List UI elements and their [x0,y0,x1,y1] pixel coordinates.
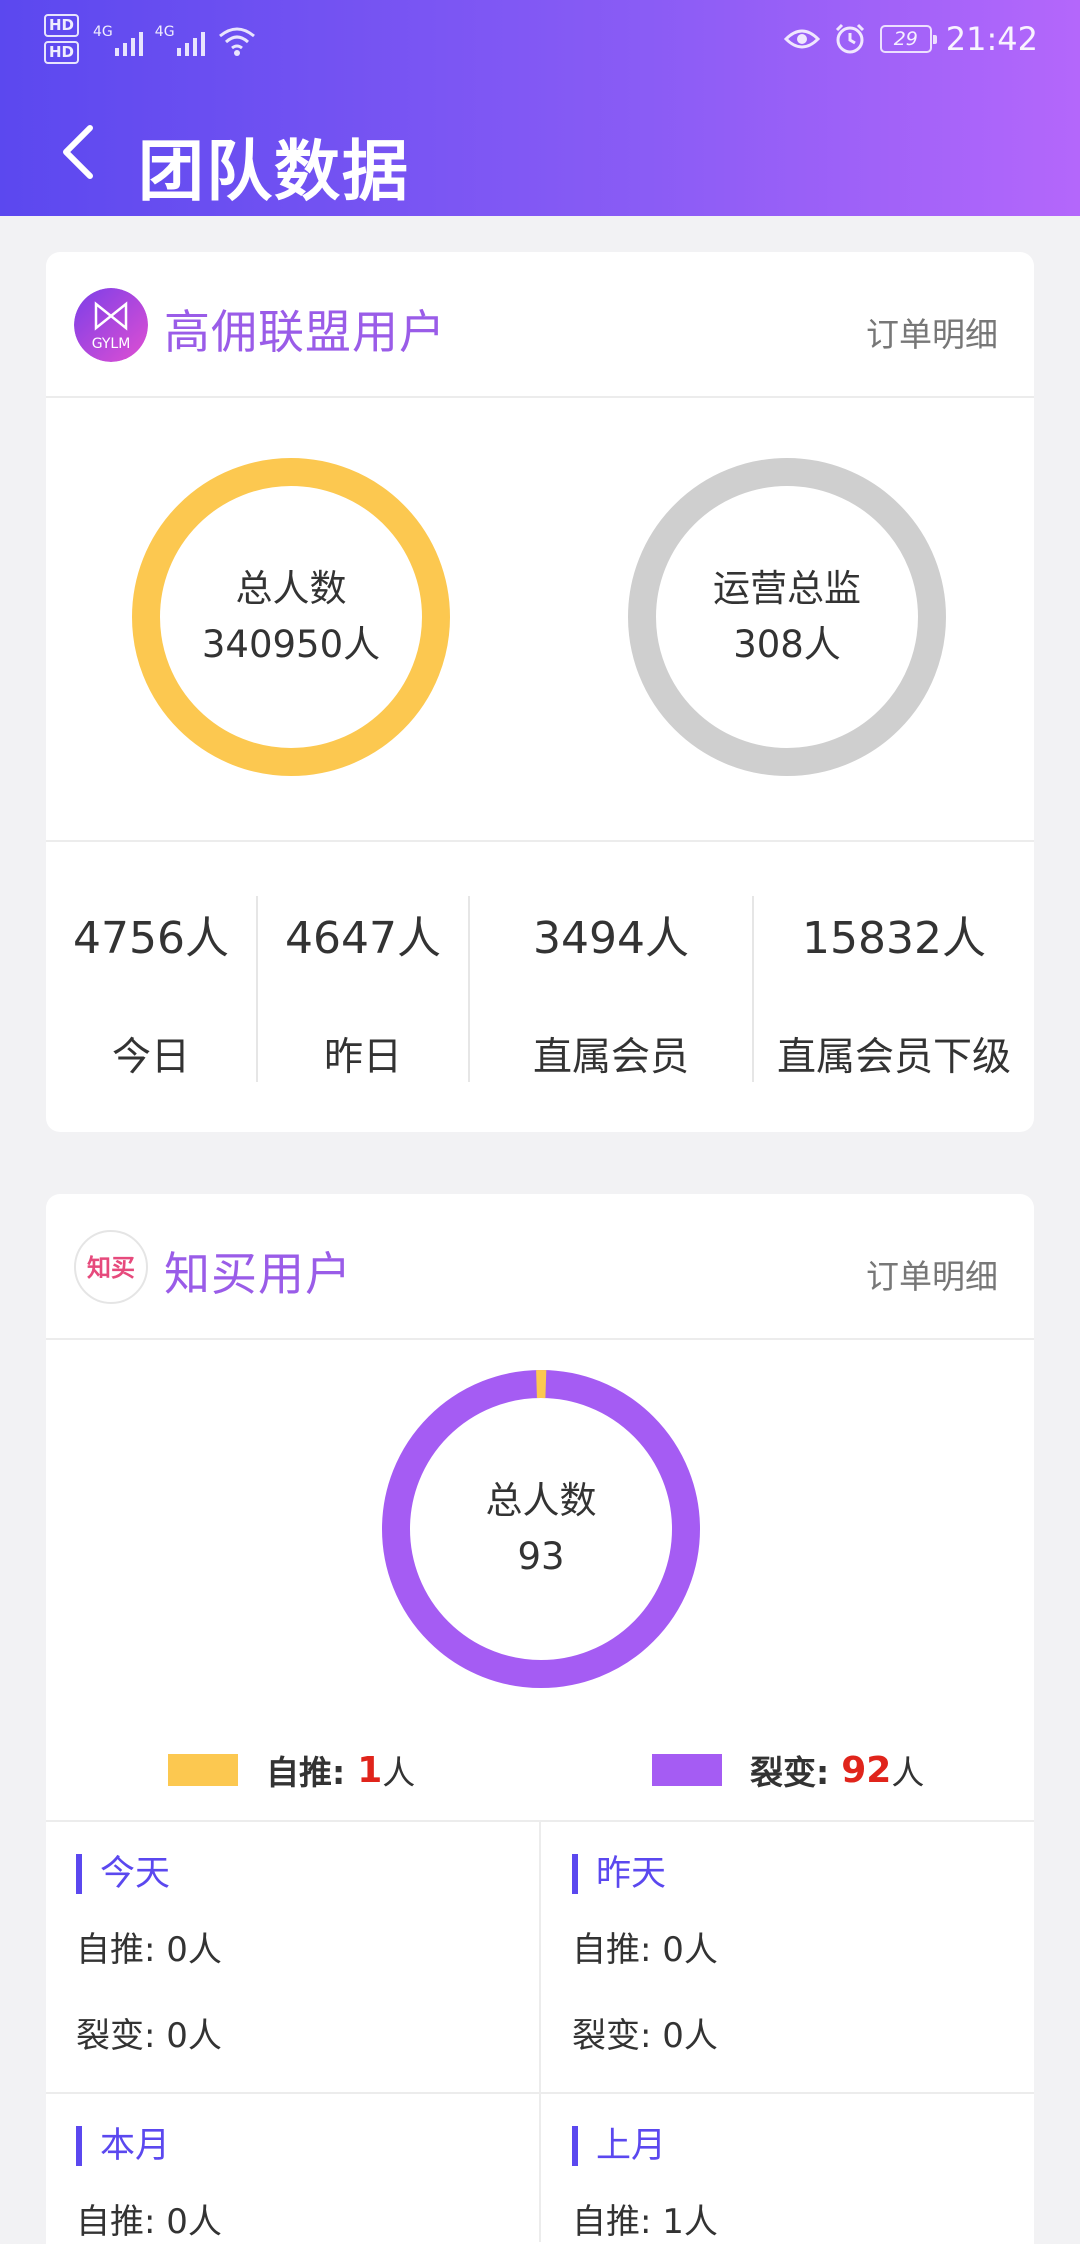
period-fission: 裂变: 0人 [572,2016,718,2056]
signal-icon-2: 4G [155,16,205,62]
svg-text:知买: 知买 [87,1254,135,1282]
period-self: 自推: 0人 [572,1930,718,1970]
period-self: 自推: 0人 [76,2202,222,2242]
period-today: 今天 自推: 0人 裂变: 0人 [46,1822,540,2094]
gylm-rings: 总人数 340950人 运营总监 308人 [46,398,1034,842]
donut-center: 总人数 93 [382,1370,700,1688]
period-grid: 今天 自推: 0人 裂变: 0人 昨天 自推: 0人 裂变: 0人 本月 自推:… [46,1820,1034,2242]
svg-text:GYLM: GYLM [92,336,131,352]
director-value: 308人 [733,623,841,666]
legend-fission-unit: 人 [891,1753,925,1792]
page-title: 团队数据 [138,133,410,210]
gylm-card: GYLM 高佣联盟用户 订单明细 总人数 340950人 运营总监 308人 4… [46,252,1034,1132]
legend-self: 自推: 1 人 [168,1746,415,1794]
legend-fission-label: 裂变: [750,1753,830,1792]
stat-direct-member-subordinates: 15832人 直属会员下级 [754,842,1034,1132]
status-bar-right: 29 21:42 [783,20,1038,58]
donut-total-value: 93 [517,1535,565,1578]
period-self: 自推: 1人 [572,2202,718,2242]
total-users-ring: 总人数 340950人 [132,458,450,776]
period-self: 自推: 0人 [76,1930,222,1970]
wifi-icon [218,27,255,56]
period-title: 昨天 [572,1854,666,1894]
stat-value: 3494人 [533,913,689,964]
donut-total-label: 总人数 [485,1479,597,1522]
period-last-month: 上月 自推: 1人 [542,2094,1034,2242]
stat-value: 4756人 [73,913,229,964]
legend-fission-swatch [652,1754,722,1786]
legend-self-value: 1 [357,1749,383,1791]
stat-label: 直属会员下级 [776,1035,1011,1080]
signal-icon-1: 4G [93,16,143,62]
zhimai-logo: 知买 [74,1230,148,1304]
hd-badge-2: HD [44,41,80,64]
period-title: 本月 [76,2126,170,2166]
battery-icon: 29 [879,25,937,53]
legend-fission-value: 92 [841,1749,892,1791]
chevron-left-icon [63,125,93,179]
stat-label: 昨日 [323,1035,402,1080]
gylm-order-detail-link[interactable]: 订单明细 [866,308,998,356]
period-yesterday: 昨天 自推: 0人 裂变: 0人 [542,1822,1034,2094]
stat-yesterday: 4647人 昨日 [258,842,468,1132]
gylm-card-header: GYLM 高佣联盟用户 订单明细 [46,252,1034,398]
gylm-logo: GYLM [74,288,148,362]
alarm-icon [835,23,864,54]
director-label: 运营总监 [713,567,861,610]
stat-label: 今日 [111,1035,190,1080]
back-button[interactable] [50,112,110,192]
director-ring: 运营总监 308人 [628,458,946,776]
stat-value: 15832人 [802,913,986,964]
period-fission: 裂变: 0人 [76,2016,222,2056]
stat-value: 4647人 [285,913,441,964]
zhimai-brand-name: 知买用户 [164,1247,352,1301]
total-users-label: 总人数 [235,567,347,610]
period-this-month: 本月 自推: 0人 [46,2094,540,2242]
stat-today: 4756人 今日 [46,842,256,1132]
zhimai-card: 知买 知买用户 订单明细 总人数 93 自推: 1 人 裂变: 92 人 今天 … [46,1194,1034,2244]
gylm-stats: 4756人 今日 4647人 昨日 3494人 直属会员 15832人 直属会员… [46,842,1034,1132]
legend-self-swatch [168,1754,238,1786]
period-title: 上月 [572,2126,666,2166]
hd-badge-1: HD [44,14,80,37]
period-title: 今天 [76,1854,170,1894]
legend-fission: 裂变: 92 人 [652,1746,924,1794]
total-users-value: 340950人 [201,623,381,666]
zhimai-card-header: 知买 知买用户 订单明细 [46,1194,1034,1340]
app-header: HD HD 4G 4G 29 21:42 团队数据 [0,0,1080,216]
status-bar-left: HD HD 4G 4G [44,14,257,64]
clock: 21:42 [945,20,1038,58]
zhimai-order-detail-link[interactable]: 订单明细 [866,1250,998,1298]
legend-self-unit: 人 [382,1753,416,1792]
stat-direct-members: 3494人 直属会员 [470,842,752,1132]
stat-label: 直属会员 [532,1035,689,1080]
zhimai-donut-area: 总人数 93 自推: 1 人 裂变: 92 人 [46,1340,1034,1820]
legend-self-label: 自推: [266,1753,346,1792]
eye-icon [783,29,820,49]
gylm-brand-name: 高佣联盟用户 [164,305,446,359]
